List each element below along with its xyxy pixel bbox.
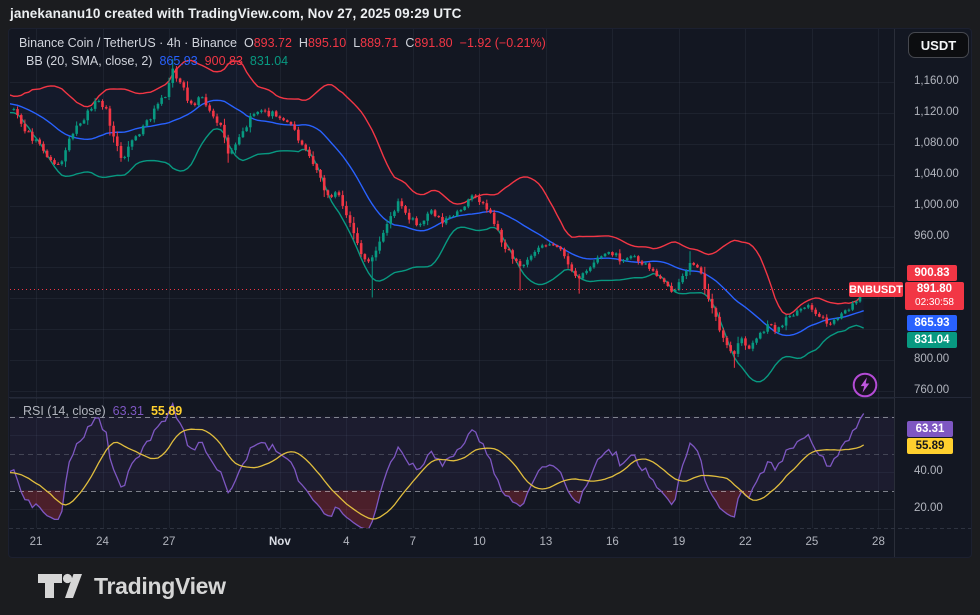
time-label: 28: [858, 536, 898, 548]
time-label: 25: [792, 536, 832, 548]
rsi-value-badge: 63.31: [907, 421, 953, 437]
axis-label: 760.00: [914, 384, 949, 396]
bb-upper-badge: 900.83: [907, 265, 957, 281]
rsi-name: RSI (14, close): [23, 404, 106, 418]
open-label: O: [244, 36, 254, 50]
bb-name: BB (20, SMA, close, 2): [26, 54, 152, 68]
lightning-button[interactable]: [852, 372, 878, 398]
time-scale-separator: [9, 528, 972, 529]
time-label: 21: [16, 536, 56, 548]
low-value: 889.71: [360, 36, 398, 50]
time-label: 24: [83, 536, 123, 548]
close-value: 891.80: [414, 36, 452, 50]
symbol-price-label: BNBUSDT: [849, 282, 903, 297]
bb-lower-badge: 831.04: [907, 332, 957, 348]
time-label: 13: [526, 536, 566, 548]
time-label: 10: [459, 536, 499, 548]
lightning-bolt-icon: [852, 372, 878, 398]
high-label: H: [299, 36, 308, 50]
currency-button[interactable]: USDT: [908, 32, 969, 58]
footer-bar: TradingView: [0, 558, 980, 615]
attribution-bar: janekananu10 created with TradingView.co…: [0, 0, 980, 28]
axis-label: 20.00: [914, 502, 943, 514]
tradingview-mark-icon: [36, 571, 82, 601]
price-chart-canvas[interactable]: [10, 29, 894, 528]
bb-legend[interactable]: BB (20, SMA, close, 2) 865.93 900.83 831.04: [19, 54, 288, 68]
axis-label: 1,080.00: [914, 137, 959, 149]
axis-label: 1,160.00: [914, 75, 959, 87]
time-label: 7: [393, 536, 433, 548]
time-label: 27: [149, 536, 189, 548]
time-label: 19: [659, 536, 699, 548]
open-value: 893.72: [254, 36, 292, 50]
bb-upper-value: 900.83: [205, 54, 243, 68]
symbol-title: Binance Coin / TetherUS · 4h · Binance: [19, 36, 237, 50]
currency-button-label: USDT: [921, 38, 956, 53]
tradingview-logo[interactable]: TradingView: [36, 571, 226, 601]
axis-label: 40.00: [914, 465, 943, 477]
change-value: −1.92 (−0.21%): [460, 36, 546, 50]
axis-label: 800.00: [914, 353, 949, 365]
bb-basis-value: 865.93: [159, 54, 197, 68]
symbol-legend[interactable]: Binance Coin / TetherUS · 4h · BinanceO8…: [19, 36, 546, 50]
last-price-badge: 891.8002:30:58: [905, 282, 964, 310]
attribution-text: janekananu10 created with TradingView.co…: [10, 6, 461, 21]
chart-panel: Binance Coin / TetherUS · 4h · BinanceO8…: [8, 28, 972, 558]
rsi-value: 63.31: [113, 404, 144, 418]
rsi-ma-value: 55.89: [151, 404, 182, 418]
time-label: 16: [592, 536, 632, 548]
time-scale[interactable]: 212427Nov4710131619222528: [9, 529, 894, 558]
axis-label: 960.00: [914, 230, 949, 242]
axis-label: 1,120.00: [914, 106, 959, 118]
symbol-price-label-text: BNBUSDT: [849, 284, 903, 296]
pane-separator[interactable]: [9, 397, 972, 398]
time-label: 4: [326, 536, 366, 548]
bb-lower-value: 831.04: [250, 54, 288, 68]
rsi-legend[interactable]: RSI (14, close) 63.31 55.89: [23, 404, 182, 418]
rsi-ma-badge: 55.89: [907, 438, 953, 454]
time-label: Nov: [260, 536, 300, 548]
time-label: 22: [725, 536, 765, 548]
tradingview-logo-text: TradingView: [94, 573, 226, 600]
high-value: 895.10: [308, 36, 346, 50]
axis-label: 1,040.00: [914, 168, 959, 180]
bb-basis-badge: 865.93: [907, 315, 957, 331]
axis-label: 1,000.00: [914, 199, 959, 211]
